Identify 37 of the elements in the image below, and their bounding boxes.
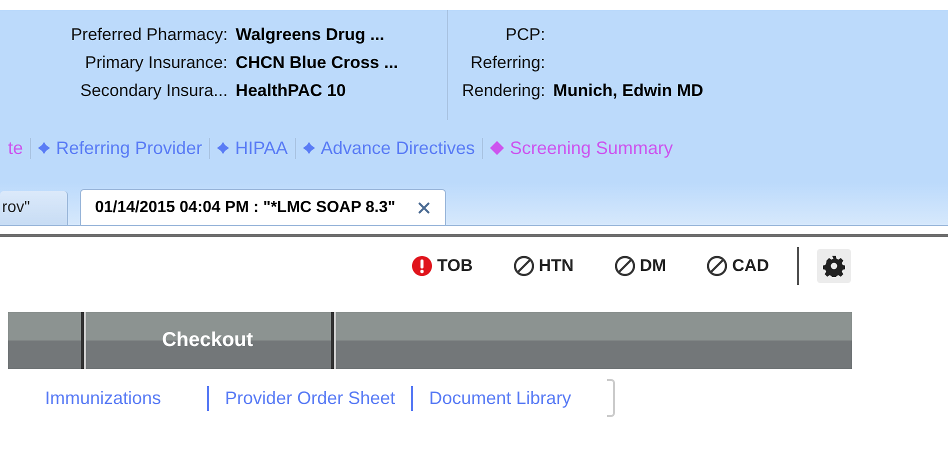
alert-label[interactable]: HTN [538, 256, 574, 276]
alert-label[interactable]: DM [640, 256, 666, 276]
field-value: Walgreens Drug ... [236, 25, 386, 45]
field-value: HealthPAC 10 [236, 81, 347, 101]
exclamation-icon [411, 255, 434, 277]
gear-icon [823, 255, 845, 277]
quick-link[interactable]: Referring Provider [56, 138, 202, 158]
link[interactable]: Immunizations [45, 386, 208, 410]
quick-link[interactable]: HIPAA [235, 138, 288, 158]
tab[interactable]: rov" [0, 191, 68, 225]
diamond-icon [490, 141, 504, 155]
field-label: Preferred Pharmacy: [70, 25, 228, 45]
prohibited-icon [512, 255, 535, 277]
bullet-icon [302, 142, 315, 154]
prohibited-icon [706, 255, 728, 277]
field-value: Munich, Edwin MD [553, 81, 704, 101]
field-label: PCP: [504, 25, 546, 45]
field-value: CHCN Blue Cross ... [236, 53, 400, 73]
alert-label[interactable]: TOB [437, 256, 473, 276]
quick-link[interactable]: Screening Summary [510, 138, 673, 158]
link[interactable]: Provider Order Sheet [207, 386, 412, 410]
field-label: Secondary Insura... [79, 81, 228, 101]
quick-link[interactable]: Advance Directives [320, 138, 475, 158]
field-label: Referring: [470, 53, 546, 73]
alert-label[interactable]: CAD [732, 256, 769, 276]
close-icon[interactable] [417, 200, 432, 214]
nav-tab[interactable]: Checkout [81, 312, 331, 369]
link[interactable]: Document Library [411, 386, 588, 410]
settings-button[interactable] [817, 249, 851, 283]
bullet-icon [38, 142, 50, 154]
bracket-icon [607, 379, 616, 417]
bullet-icon [217, 142, 230, 154]
quick-link[interactable]: te [8, 138, 24, 158]
tab[interactable]: 01/14/2015 04:04 PM : "*LMC SOAP 8.3" [80, 189, 446, 225]
field-label: Primary Insurance: [84, 53, 228, 73]
field-label: Rendering: [462, 81, 546, 101]
prohibited-icon [614, 255, 636, 277]
